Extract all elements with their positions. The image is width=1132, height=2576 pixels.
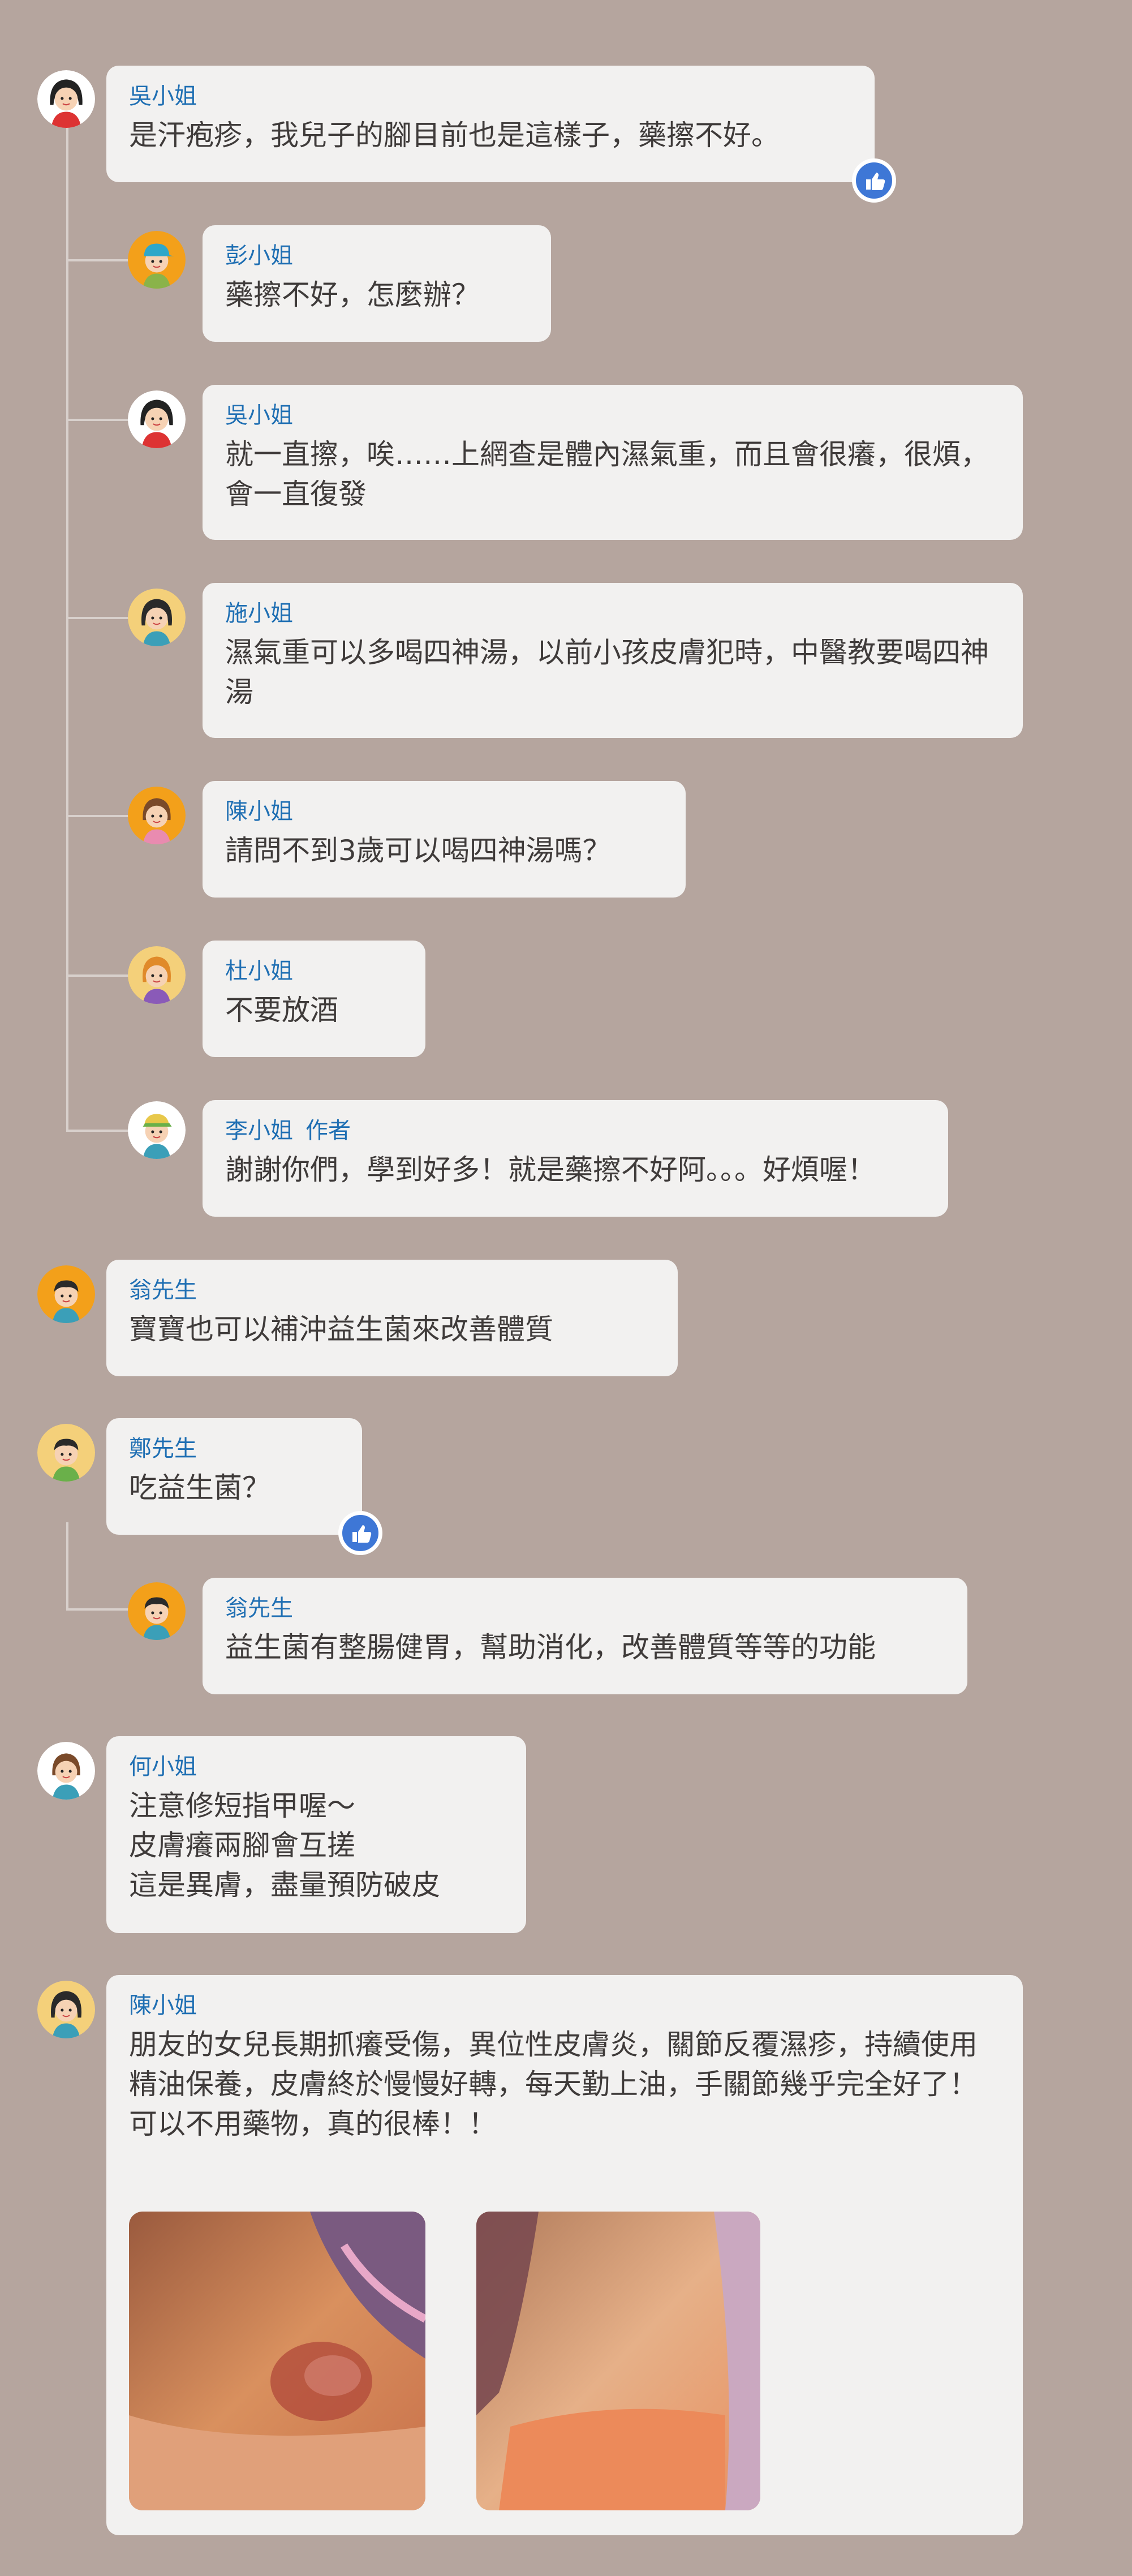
comment-bubble: 翁先生 益生菌有整腸健胃，幫助消化，改善體質等等的功能 xyxy=(203,1578,967,1694)
avatar[interactable] xyxy=(128,1101,186,1159)
avatar[interactable] xyxy=(128,1582,186,1640)
avatar[interactable] xyxy=(37,1981,95,2038)
comment-bubble: 吳小姐 是汗疱疹，我兒子的腳目前也是這樣子，藥擦不好。 xyxy=(106,66,875,182)
comment-text: 就一直擦，唉……上網查是體內濕氣重，而且會很癢，很煩，會一直復發 xyxy=(225,438,989,510)
commenter-name[interactable]: 李小姐 xyxy=(225,1118,293,1144)
comment-text: 益生菌有整腸健胃，幫助消化，改善體質等等的功能 xyxy=(225,1631,876,1664)
avatar[interactable] xyxy=(128,787,186,844)
woman-avatar-icon xyxy=(37,1981,95,2038)
man-avatar-icon xyxy=(128,1582,186,1640)
comment-bubble: 施小姐 濕氣重可以多喝四神湯，以前小孩皮膚犯時，中醫教要喝四神湯 xyxy=(203,583,1023,738)
thread-branch-4 xyxy=(66,815,128,817)
comment-bubble: 李小姐 作者 謝謝你們，學到好多！就是藥擦不好阿。。。好煩喔！ xyxy=(203,1100,948,1217)
thumbs-up-icon xyxy=(352,1525,372,1543)
after-photo[interactable] xyxy=(476,2212,760,2510)
avatar[interactable] xyxy=(128,390,186,448)
like-badge[interactable] xyxy=(852,158,896,203)
man-cap-avatar-icon xyxy=(128,231,186,289)
comment-bubble: 杜小姐 不要放酒 xyxy=(203,941,425,1057)
commenter-name[interactable]: 施小姐 xyxy=(225,600,1004,627)
thread-line-2 xyxy=(66,1522,68,1611)
commenter-name[interactable]: 鄭先生 xyxy=(129,1435,343,1462)
man-avatar-icon xyxy=(37,1265,95,1323)
commenter-name[interactable]: 陳小姐 xyxy=(129,1992,1004,2019)
comment-text: 是汗疱疹，我兒子的腳目前也是這樣子，藥擦不好。 xyxy=(129,119,780,152)
before-photo-image xyxy=(129,2212,425,2510)
woman-avatar-icon xyxy=(37,70,95,128)
woman-avatar-icon xyxy=(37,1742,95,1800)
avatar[interactable] xyxy=(37,1424,95,1482)
comment-bubble: 吳小姐 就一直擦，唉……上網查是體內濕氣重，而且會很癢，很煩，會一直復發 xyxy=(203,385,1023,540)
comment-bubble: 翁先生 寶寶也可以補沖益生菌來改善體質 xyxy=(106,1260,678,1376)
avatar[interactable] xyxy=(37,70,95,128)
commenter-name[interactable]: 翁先生 xyxy=(225,1595,948,1622)
commenter-name[interactable]: 翁先生 xyxy=(129,1277,658,1304)
comment-bubble: 何小姐 注意修短指甲喔～ 皮膚癢兩腳會互搓 這是異膚，盡量預防破皮 xyxy=(106,1736,526,1933)
comment-text: 藥擦不好，怎麼辦？ xyxy=(225,278,480,311)
woman-cap-avatar-icon xyxy=(128,1101,186,1159)
commenter-name-row: 李小姐 作者 xyxy=(225,1117,929,1144)
thread-branch-1 xyxy=(66,259,128,261)
comment-bubble: 彭小姐 藥擦不好，怎麼辦？ xyxy=(203,225,551,342)
after-photo-image xyxy=(476,2212,760,2510)
before-photo[interactable] xyxy=(129,2212,425,2510)
commenter-name[interactable]: 吳小姐 xyxy=(225,402,1004,429)
comment-bubble: 鄭先生 吃益生菌？ xyxy=(106,1418,362,1535)
comment-text: 吃益生菌？ xyxy=(129,1471,270,1504)
woman-avatar-icon xyxy=(128,946,186,1004)
comment-text: 不要放酒 xyxy=(225,994,338,1027)
thread-branch-5 xyxy=(66,974,128,977)
author-tag: 作者 xyxy=(305,1118,351,1144)
comment-text: 謝謝你們，學到好多！就是藥擦不好阿。。。好煩喔！ xyxy=(225,1153,876,1186)
thread-branch-7 xyxy=(66,1608,128,1611)
woman-avatar-icon xyxy=(128,390,186,448)
comment-bubble: 陳小姐 請問不到3歲可以喝四神湯嗎？ xyxy=(203,781,686,898)
comment-text: 寶寶也可以補沖益生菌來改善體質 xyxy=(129,1313,553,1346)
commenter-name[interactable]: 陳小姐 xyxy=(225,798,666,825)
man-avatar-icon xyxy=(37,1424,95,1482)
comment-text: 注意修短指甲喔～ 皮膚癢兩腳會互搓 這是異膚，盡量預防破皮 xyxy=(129,1789,440,1901)
avatar[interactable] xyxy=(128,231,186,289)
avatar[interactable] xyxy=(37,1265,95,1323)
avatar[interactable] xyxy=(128,946,186,1004)
comment-text: 請問不到3歲可以喝四神湯嗎？ xyxy=(225,834,611,867)
commenter-name[interactable]: 杜小姐 xyxy=(225,958,406,985)
thread-branch-2 xyxy=(66,419,128,421)
commenter-name[interactable]: 彭小姐 xyxy=(225,242,532,269)
like-badge[interactable] xyxy=(338,1511,382,1555)
commenter-name[interactable]: 何小姐 xyxy=(129,1753,507,1780)
woman-avatar-icon xyxy=(128,589,186,646)
thread-branch-6 xyxy=(66,1130,128,1132)
avatar[interactable] xyxy=(37,1742,95,1800)
thread-branch-3 xyxy=(66,617,128,619)
thumbs-up-icon xyxy=(866,173,885,190)
woman-avatar-icon xyxy=(128,787,186,844)
comment-text: 朋友的女兒長期抓癢受傷，異位性皮膚炎，關節反覆濕疹，持續使用精油保養，皮膚終於慢… xyxy=(129,2028,978,2140)
commenter-name[interactable]: 吳小姐 xyxy=(129,83,855,110)
comment-text: 濕氣重可以多喝四神湯，以前小孩皮膚犯時，中醫教要喝四神湯 xyxy=(225,636,989,709)
avatar[interactable] xyxy=(128,589,186,646)
